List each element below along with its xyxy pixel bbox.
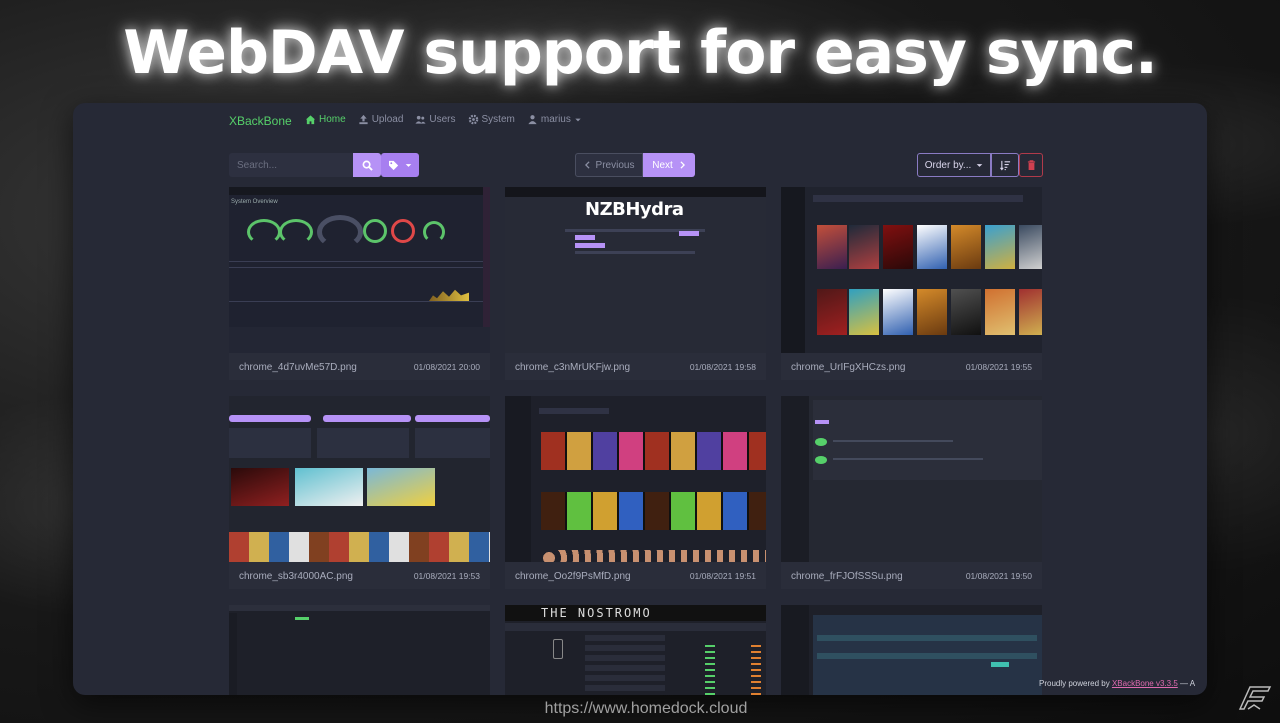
home-icon (305, 115, 316, 125)
upload-date: 01/08/2021 19:51 (689, 571, 756, 581)
filename: chrome_4d7uvMe57D.png (239, 362, 357, 373)
tags-icon (389, 160, 399, 170)
media-card[interactable]: chrome_frFJOfSSSu.png 01/08/2021 19:50 (781, 396, 1042, 589)
nav-label: marius (540, 114, 571, 125)
sort-icon (999, 160, 1010, 171)
filename: chrome_frFJOfSSSu.png (791, 571, 903, 582)
brand-logo-icon (1238, 686, 1272, 710)
pagination: Previous Next (575, 153, 695, 177)
card-caption: chrome_frFJOfSSSu.png 01/08/2021 19:50 (781, 562, 1042, 589)
thumbnail: System Overview (229, 187, 490, 353)
upload-date: 01/08/2021 19:58 (689, 362, 756, 372)
thumbnail: NZBHydra (505, 187, 766, 353)
thumbnail (781, 396, 1042, 562)
brand-link[interactable]: XBackBone (229, 114, 292, 128)
previous-button[interactable]: Previous (575, 153, 643, 177)
sort-direction-button[interactable] (991, 153, 1019, 177)
watermark-url: https://www.homedock.cloud (544, 700, 748, 717)
filename: chrome_sb3r4000AC.png (239, 571, 353, 582)
search-input[interactable] (229, 153, 353, 177)
nav-item-user-menu[interactable]: marius (527, 114, 582, 125)
search-box (229, 153, 353, 177)
order-by-dropdown[interactable]: Order by... (917, 153, 991, 177)
previous-label: Previous (595, 159, 635, 171)
nav-menu: Home Upload Users System marius (305, 114, 582, 125)
upload-date: 01/08/2021 20:00 (413, 362, 480, 372)
next-label: Next (652, 159, 673, 171)
upload-date: 01/08/2021 19:55 (965, 362, 1032, 372)
chevron-right-icon (680, 161, 685, 169)
caret-down-icon (976, 163, 983, 167)
card-caption: chrome_c3nMrUKFjw.png 01/08/2021 19:58 (505, 353, 766, 380)
nav-item-system[interactable]: System (468, 114, 515, 125)
tags-dropdown-button[interactable] (381, 153, 419, 177)
headline: WebDAV support for easy sync. (123, 18, 1157, 88)
caret-down-icon (405, 163, 412, 167)
media-card[interactable] (781, 605, 1042, 695)
users-icon (415, 115, 426, 124)
filename: chrome_UrIFgXHCzs.png (791, 362, 906, 373)
thumbnail (781, 187, 1042, 353)
search-icon (362, 160, 373, 171)
nav-label: Home (319, 114, 346, 125)
thumbnail (229, 605, 490, 695)
nav-item-users[interactable]: Users (415, 114, 456, 125)
nzb-logo: NZBHydra (585, 199, 684, 220)
filename: chrome_c3nMrUKFjw.png (515, 362, 631, 373)
nav-label: System (481, 114, 515, 125)
card-caption: chrome_4d7uvMe57D.png 01/08/2021 20:00 (229, 353, 490, 380)
filename: chrome_Oo2f9PsMfD.png (515, 571, 631, 582)
nav-label: Upload (371, 114, 404, 125)
nav-item-home[interactable]: Home (305, 114, 346, 125)
user-icon (528, 115, 537, 125)
footer-suffix: — A (1180, 679, 1196, 688)
thumbnail: THE NOSTROMO (505, 605, 766, 695)
app-window: XBackBone Home Upload Users System mariu… (73, 103, 1207, 695)
next-button[interactable]: Next (643, 153, 695, 177)
footer: Proudly powered by XBackBone v3.3.5 — A (1039, 679, 1195, 688)
system-overview-label: System Overview (231, 199, 278, 205)
chevron-left-icon (584, 161, 590, 169)
order-by-label: Order by... (924, 159, 972, 171)
gear-icon (468, 114, 478, 125)
nav-label: Users (429, 114, 456, 125)
media-card[interactable]: chrome_Oo2f9PsMfD.png 01/08/2021 19:51 (505, 396, 766, 589)
media-card[interactable]: NZBHydra chrome_c3nMrUKFjw.png 01/08/202… (505, 187, 766, 380)
media-card[interactable]: THE NOSTROMO (505, 605, 766, 695)
caret-down-icon (575, 118, 581, 121)
media-card[interactable]: chrome_sb3r4000AC.png 01/08/2021 19:53 (229, 396, 490, 589)
footer-version-link[interactable]: XBackBone v3.3.5 (1112, 679, 1178, 688)
thumbnail (505, 396, 766, 562)
thumbnail (229, 396, 490, 562)
upload-date: 01/08/2021 19:53 (413, 571, 480, 581)
search-button[interactable] (353, 153, 381, 177)
thumbnail (781, 605, 1042, 695)
footer-prefix: Proudly powered by (1039, 679, 1110, 688)
upload-date: 01/08/2021 19:50 (965, 571, 1032, 581)
upload-icon (359, 114, 368, 125)
nav-item-upload[interactable]: Upload (358, 114, 404, 125)
media-card[interactable]: chrome_UrIFgXHCzs.png 01/08/2021 19:55 (781, 187, 1042, 380)
navbar: XBackBone Home Upload Users System mariu… (73, 103, 1207, 139)
card-caption: chrome_Oo2f9PsMfD.png 01/08/2021 19:51 (505, 562, 766, 589)
nostromo-banner: THE NOSTROMO (541, 606, 652, 620)
trash-icon (1027, 159, 1035, 170)
delete-button[interactable] (1019, 153, 1043, 177)
card-caption: chrome_UrIFgXHCzs.png 01/08/2021 19:55 (781, 353, 1042, 380)
media-card[interactable]: System Overview chrome_4d7uvMe57D.png 01… (229, 187, 490, 380)
media-card[interactable] (229, 605, 490, 695)
card-caption: chrome_sb3r4000AC.png 01/08/2021 19:53 (229, 562, 490, 589)
